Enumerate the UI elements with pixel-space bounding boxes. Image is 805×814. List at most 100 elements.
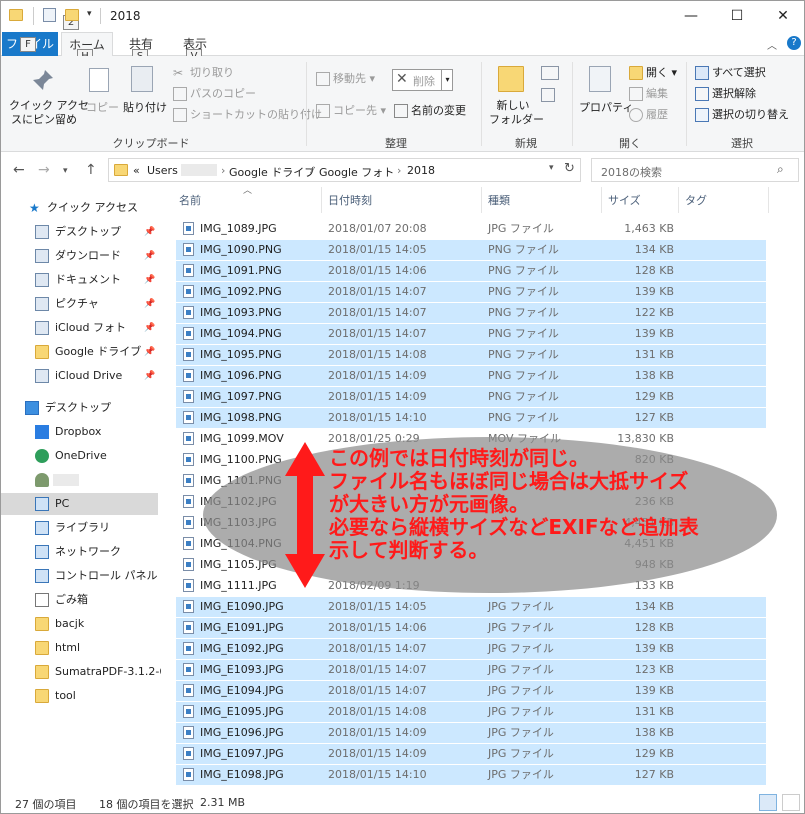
invert-selection-button[interactable]: 選択の切り替え [695, 106, 789, 122]
customize-quick-access-chevron-icon[interactable]: ▾ [87, 9, 92, 19]
nav-tree-item[interactable] [1, 469, 158, 491]
open-button[interactable]: 開く ▾ [629, 64, 677, 80]
breadcrumb-google-drive[interactable]: Google ドライブ [229, 164, 315, 180]
breadcrumb-separator[interactable]: › [309, 164, 313, 177]
large-icons-view-icon[interactable] [782, 794, 800, 811]
divider[interactable] [601, 187, 602, 213]
rename-button[interactable]: 名前の変更 [394, 102, 466, 118]
column-header-type[interactable]: 種類 [488, 187, 510, 215]
nav-tree-item[interactable]: PC [1, 493, 158, 515]
picture-icon [35, 297, 49, 311]
nav-tree-item[interactable]: SumatraPDF-3.1.2-6 [1, 661, 166, 683]
nav-quick-access-item[interactable]: ダウンロード 📌 [1, 245, 158, 267]
delete-dropdown-chevron-icon[interactable]: ▾ [441, 70, 453, 90]
up-arrow-icon[interactable]: ↑ [85, 162, 97, 178]
table-row[interactable]: IMG_E1090.JPG 2018/01/15 14:05 JPG ファイル 134… [176, 597, 766, 617]
delete-button[interactable]: ✕ 削除 ▾ [392, 69, 453, 91]
search-input[interactable]: 2018の検索 [591, 158, 799, 182]
breadcrumb-users[interactable]: Users [147, 164, 178, 177]
table-row[interactable]: IMG_E1098.JPG 2018/01/15 14:10 JPG ファイル 127… [176, 765, 766, 785]
properties-button[interactable]: プロパティ [579, 99, 633, 115]
nav-tree-item[interactable]: コントロール パネル [1, 565, 158, 587]
column-header-tags[interactable]: タグ [685, 187, 707, 215]
divider[interactable] [678, 187, 679, 213]
select-none-button[interactable]: 選択解除 [695, 85, 756, 101]
copy-button[interactable]: コピー [86, 99, 119, 115]
nav-tree-item[interactable]: ごみ箱 [1, 589, 158, 611]
paste-shortcut-button[interactable]: ショートカットの貼り付け [173, 106, 322, 122]
back-arrow-icon[interactable]: ← [13, 162, 25, 178]
copy-path-button[interactable]: パスのコピー [173, 85, 256, 101]
address-dropdown-chevron-icon[interactable]: ▾ [549, 163, 554, 173]
cut-button[interactable]: ✂ 切り取り [173, 64, 234, 80]
table-row[interactable]: IMG_E1092.JPG 2018/01/15 14:07 JPG ファイル 139… [176, 639, 766, 659]
table-row[interactable]: IMG_1097.PNG 2018/01/15 14:09 PNG ファイル 129 … [176, 387, 766, 407]
easy-access-icon[interactable] [541, 88, 555, 102]
breadcrumb-separator[interactable]: › [397, 164, 401, 177]
divider[interactable] [768, 187, 769, 213]
breadcrumb-2018[interactable]: 2018 [407, 164, 435, 177]
nav-tree-item[interactable]: html [1, 637, 158, 659]
maximize-button[interactable]: ☐ [714, 1, 760, 32]
table-row[interactable]: IMG_E1095.JPG 2018/01/15 14:08 JPG ファイル 131… [176, 702, 766, 722]
table-row[interactable]: IMG_E1097.JPG 2018/01/15 14:09 JPG ファイル 129… [176, 744, 766, 764]
nav-tree-item[interactable]: bacjk [1, 613, 158, 635]
breadcrumb-separator[interactable]: › [221, 164, 225, 177]
nav-tree-item[interactable]: OneDrive [1, 445, 158, 467]
file-icon [183, 747, 194, 760]
column-header-name[interactable]: 名前 [179, 187, 201, 215]
breadcrumb-google-photos[interactable]: Google フォト [319, 164, 394, 180]
nav-quick-access-item[interactable]: デスクトップ 📌 [1, 221, 158, 243]
copy-to-button[interactable]: コピー先 ▾ [316, 102, 386, 118]
table-row[interactable]: IMG_1089.JPG 2018/01/07 20:08 JPG ファイル 1,46… [176, 219, 766, 239]
close-button[interactable]: ✕ [760, 1, 804, 32]
invert-selection-label: 選択の切り替え [712, 108, 789, 121]
nav-quick-access-item[interactable]: ドキュメント 📌 [1, 269, 158, 291]
table-row[interactable]: IMG_1092.PNG 2018/01/15 14:07 PNG ファイル 139 … [176, 282, 766, 302]
table-row[interactable]: IMG_E1093.JPG 2018/01/15 14:07 JPG ファイル 123… [176, 660, 766, 680]
recent-locations-chevron-icon[interactable]: ▾ [63, 166, 68, 176]
new-folder-quick-icon[interactable] [65, 9, 79, 21]
paste-button[interactable]: 貼り付け [123, 99, 167, 115]
table-row[interactable]: IMG_1093.PNG 2018/01/15 14:07 PNG ファイル 122 … [176, 303, 766, 323]
address-overflow-icon[interactable]: « [133, 164, 140, 177]
table-row[interactable]: IMG_1096.PNG 2018/01/15 14:09 PNG ファイル 138 … [176, 366, 766, 386]
nav-tree-item[interactable]: tool [1, 685, 158, 707]
table-row[interactable]: IMG_1090.PNG 2018/01/15 14:05 PNG ファイル 134 … [176, 240, 766, 260]
minimize-button[interactable]: — [668, 1, 714, 32]
nav-desktop-root[interactable]: デスクトップ [1, 397, 158, 419]
nav-tree-item[interactable]: ライブラリ [1, 517, 158, 539]
divider[interactable] [481, 187, 482, 213]
table-row[interactable]: IMG_1091.PNG 2018/01/15 14:06 PNG ファイル 128 … [176, 261, 766, 281]
column-header-date[interactable]: 日付時刻 [328, 187, 372, 215]
help-icon[interactable]: ? [787, 36, 801, 50]
nav-quick-access[interactable]: ★ クイック アクセス [1, 197, 158, 219]
history-button[interactable]: 履歴 [629, 106, 668, 122]
nav-quick-access-item[interactable]: iCloud フォト 📌 [1, 317, 158, 339]
refresh-icon[interactable]: ↻ [564, 161, 575, 176]
collapse-ribbon-chevron-icon[interactable]: ︿ [767, 37, 777, 52]
details-view-icon[interactable] [759, 794, 777, 811]
divider[interactable] [321, 187, 322, 213]
table-row[interactable]: IMG_1094.PNG 2018/01/15 14:07 PNG ファイル 139 … [176, 324, 766, 344]
nav-tree-item[interactable]: ネットワーク [1, 541, 158, 563]
address-bar[interactable]: « Users › Google ドライブ › Google フォト › 201… [108, 158, 581, 182]
edit-button[interactable]: 編集 [629, 85, 668, 101]
new-item-icon[interactable] [541, 66, 559, 80]
new-folder-button[interactable]: 新しい フォルダー [489, 99, 544, 127]
select-all-button[interactable]: すべて選択 [695, 64, 766, 80]
pin-to-quick-access-button[interactable]: クイック アクセ スにピン留め [9, 99, 89, 127]
properties-quick-icon[interactable] [43, 8, 56, 22]
forward-arrow-icon[interactable]: → [38, 162, 50, 178]
nav-quick-access-item[interactable]: iCloud Drive 📌 [1, 365, 158, 387]
table-row[interactable]: IMG_E1091.JPG 2018/01/15 14:06 JPG ファイル 128… [176, 618, 766, 638]
table-row[interactable]: IMG_E1094.JPG 2018/01/15 14:07 JPG ファイル 139… [176, 681, 766, 701]
nav-tree-item[interactable]: Dropbox [1, 421, 158, 443]
nav-quick-access-item[interactable]: ピクチャ 📌 [1, 293, 158, 315]
table-row[interactable]: IMG_1095.PNG 2018/01/15 14:08 PNG ファイル 131 … [176, 345, 766, 365]
table-row[interactable]: IMG_1098.PNG 2018/01/15 14:10 PNG ファイル 127 … [176, 408, 766, 428]
move-to-button[interactable]: 移動先 ▾ [316, 70, 375, 86]
nav-quick-access-item[interactable]: Google ドライブ 📌 [1, 341, 158, 363]
table-row[interactable]: IMG_E1096.JPG 2018/01/15 14:09 JPG ファイル 138… [176, 723, 766, 743]
column-header-size[interactable]: サイズ [608, 187, 641, 215]
